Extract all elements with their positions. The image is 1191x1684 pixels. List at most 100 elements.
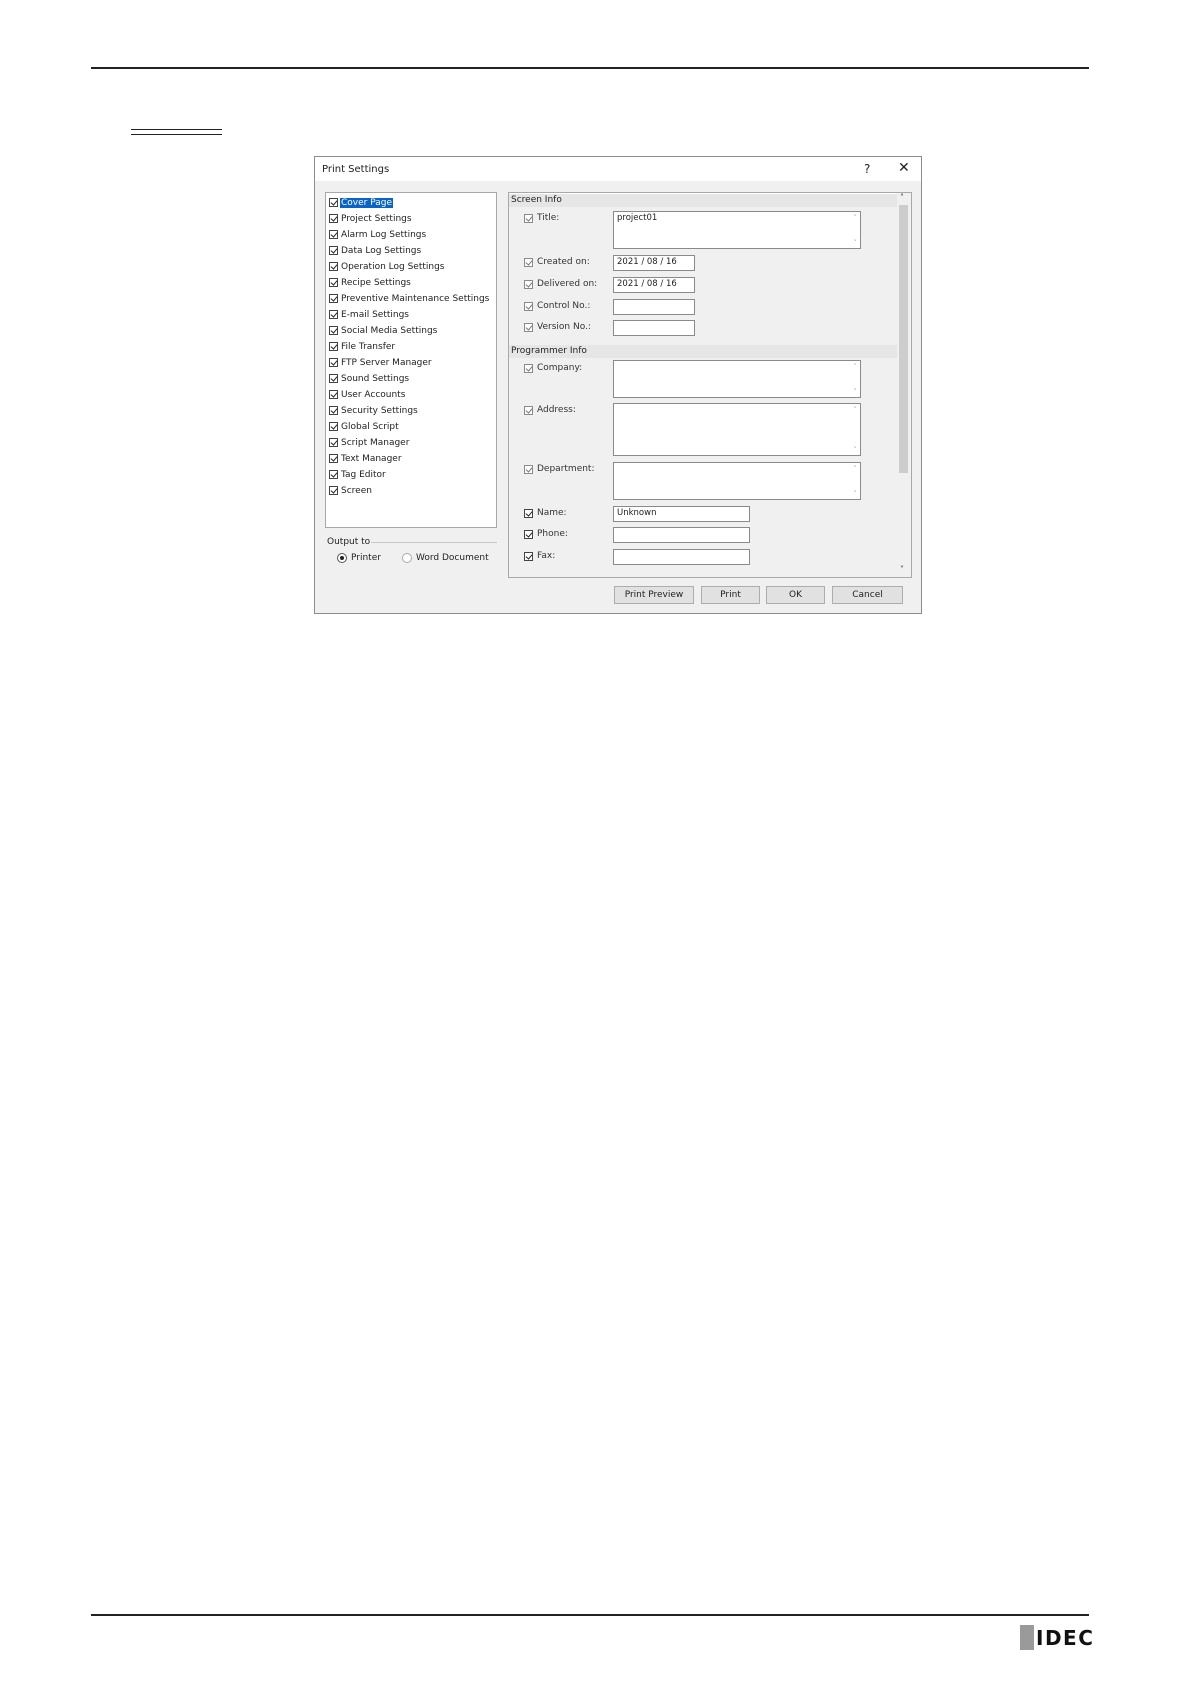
created-row[interactable]: Created on: <box>524 257 590 267</box>
address-row[interactable]: Address: <box>524 405 576 415</box>
tree-item-checkbox[interactable] <box>329 294 338 303</box>
version-row[interactable]: Version No.: <box>524 322 591 332</box>
name-field[interactable]: Unknown <box>613 506 750 522</box>
tree-item-checkbox[interactable] <box>329 454 338 463</box>
department-checkbox[interactable] <box>524 464 533 474</box>
scroll-thumb[interactable] <box>899 205 908 473</box>
title-value: project01 <box>617 213 658 223</box>
tree-item[interactable]: Preventive Maintenance Settings <box>329 292 490 305</box>
tree-item[interactable]: Screen <box>329 484 373 497</box>
delivered-checkbox[interactable] <box>524 279 533 289</box>
tree-item[interactable]: Alarm Log Settings <box>329 228 427 241</box>
name-checkbox[interactable] <box>524 508 533 518</box>
fax-checkbox[interactable] <box>524 551 533 561</box>
fax-field[interactable] <box>613 549 750 565</box>
tree-item-checkbox[interactable] <box>329 278 338 287</box>
title-scroll-down-icon[interactable]: ˅ <box>854 239 858 247</box>
tree-item[interactable]: Security Settings <box>329 404 419 417</box>
tree-item[interactable]: Social Media Settings <box>329 324 438 337</box>
print-button[interactable]: Print <box>701 586 760 604</box>
phone-field[interactable] <box>613 527 750 543</box>
tree-item[interactable]: Recipe Settings <box>329 276 412 289</box>
print-preview-button[interactable]: Print Preview <box>614 586 694 604</box>
tree-item-checkbox[interactable] <box>329 342 338 351</box>
close-icon[interactable]: ✕ <box>898 160 910 176</box>
department-scroll-up-icon[interactable]: ˄ <box>854 465 858 473</box>
fax-row[interactable]: Fax: <box>524 551 555 561</box>
panel-scrollbar[interactable]: ˄ ˅ <box>897 193 911 577</box>
radio-printer-indicator[interactable] <box>337 553 347 563</box>
address-scroll-up-icon[interactable]: ˄ <box>854 406 858 414</box>
delivered-row[interactable]: Delivered on: <box>524 279 597 289</box>
created-value: 2021 / 08 / 16 <box>617 257 677 267</box>
title-field[interactable]: project01 ˄ ˅ <box>613 211 861 249</box>
tree-item-checkbox[interactable] <box>329 438 338 447</box>
delivered-date-field[interactable]: 2021 / 08 / 16 <box>613 277 695 293</box>
print-settings-dialog: Print Settings ? ✕ Cover Page Project Set… <box>314 156 922 614</box>
address-scroll-down-icon[interactable]: ˅ <box>854 446 858 454</box>
tree-item[interactable]: User Accounts <box>329 388 406 401</box>
name-row[interactable]: Name: <box>524 508 567 518</box>
title-row[interactable]: Title: <box>524 213 559 223</box>
scroll-down-icon[interactable]: ˅ <box>900 565 904 574</box>
tree-item-checkbox[interactable] <box>329 214 338 223</box>
tree-item-checkbox[interactable] <box>329 406 338 415</box>
tree-item[interactable]: FTP Server Manager <box>329 356 433 369</box>
tree-item[interactable]: Text Manager <box>329 452 403 465</box>
company-row[interactable]: Company: <box>524 363 582 373</box>
tree-item-checkbox[interactable] <box>329 358 338 367</box>
tree-item[interactable]: Project Settings <box>329 212 413 225</box>
control-checkbox[interactable] <box>524 301 533 311</box>
ok-button[interactable]: OK <box>766 586 825 604</box>
company-scroll-up-icon[interactable]: ˄ <box>854 363 858 371</box>
delivered-label: Delivered on: <box>537 279 598 289</box>
tree-item[interactable]: Data Log Settings <box>329 244 422 257</box>
version-no-field[interactable] <box>613 320 695 336</box>
tree-item[interactable]: Script Manager <box>329 436 410 449</box>
phone-checkbox[interactable] <box>524 529 533 539</box>
tree-item[interactable]: E-mail Settings <box>329 308 410 321</box>
tree-item[interactable]: Sound Settings <box>329 372 410 385</box>
tree-item-checkbox[interactable] <box>329 486 338 495</box>
tree-item-checkbox[interactable] <box>329 246 338 255</box>
created-checkbox[interactable] <box>524 257 533 267</box>
tree-item-checkbox[interactable] <box>329 390 338 399</box>
phone-row[interactable]: Phone: <box>524 529 568 539</box>
tree-item-checkbox[interactable] <box>329 262 338 271</box>
address-checkbox[interactable] <box>524 405 533 415</box>
department-row[interactable]: Department: <box>524 464 595 474</box>
tree-item-checkbox[interactable] <box>329 374 338 383</box>
tree-item[interactable]: Global Script <box>329 420 400 433</box>
cancel-button[interactable]: Cancel <box>832 586 903 604</box>
tree-item-label: Alarm Log Settings <box>341 229 427 240</box>
tree-item[interactable]: Tag Editor <box>329 468 387 481</box>
version-checkbox[interactable] <box>524 322 533 332</box>
tree-item-checkbox[interactable] <box>329 326 338 335</box>
department-field[interactable]: ˄ ˅ <box>613 462 861 500</box>
company-scroll-down-icon[interactable]: ˅ <box>854 388 858 396</box>
created-date-field[interactable]: 2021 / 08 / 16 <box>613 255 695 271</box>
scroll-up-icon[interactable]: ˄ <box>900 193 904 202</box>
help-icon[interactable]: ? <box>864 162 870 176</box>
tree-item-checkbox[interactable] <box>329 198 338 207</box>
tree-item-checkbox[interactable] <box>329 230 338 239</box>
company-field[interactable]: ˄ ˅ <box>613 360 861 398</box>
title-checkbox[interactable] <box>524 213 533 223</box>
radio-word-document[interactable]: Word Document <box>402 553 489 563</box>
tree-item-checkbox[interactable] <box>329 422 338 431</box>
title-scroll-up-icon[interactable]: ˄ <box>854 214 858 222</box>
address-field[interactable]: ˄ ˅ <box>613 403 861 456</box>
radio-printer[interactable]: Printer <box>337 553 381 563</box>
tree-item[interactable]: Operation Log Settings <box>329 260 446 273</box>
company-checkbox[interactable] <box>524 363 533 373</box>
tree-item[interactable]: Cover Page <box>329 196 394 209</box>
radio-word-indicator[interactable] <box>402 553 412 563</box>
print-item-tree[interactable]: Cover Page Project Settings Alarm Log Sett… <box>325 192 497 528</box>
control-row[interactable]: Control No.: <box>524 301 590 311</box>
name-value: Unknown <box>617 508 657 518</box>
control-no-field[interactable] <box>613 299 695 315</box>
tree-item-checkbox[interactable] <box>329 310 338 319</box>
tree-item-checkbox[interactable] <box>329 470 338 479</box>
department-scroll-down-icon[interactable]: ˅ <box>854 490 858 498</box>
tree-item[interactable]: File Transfer <box>329 340 396 353</box>
